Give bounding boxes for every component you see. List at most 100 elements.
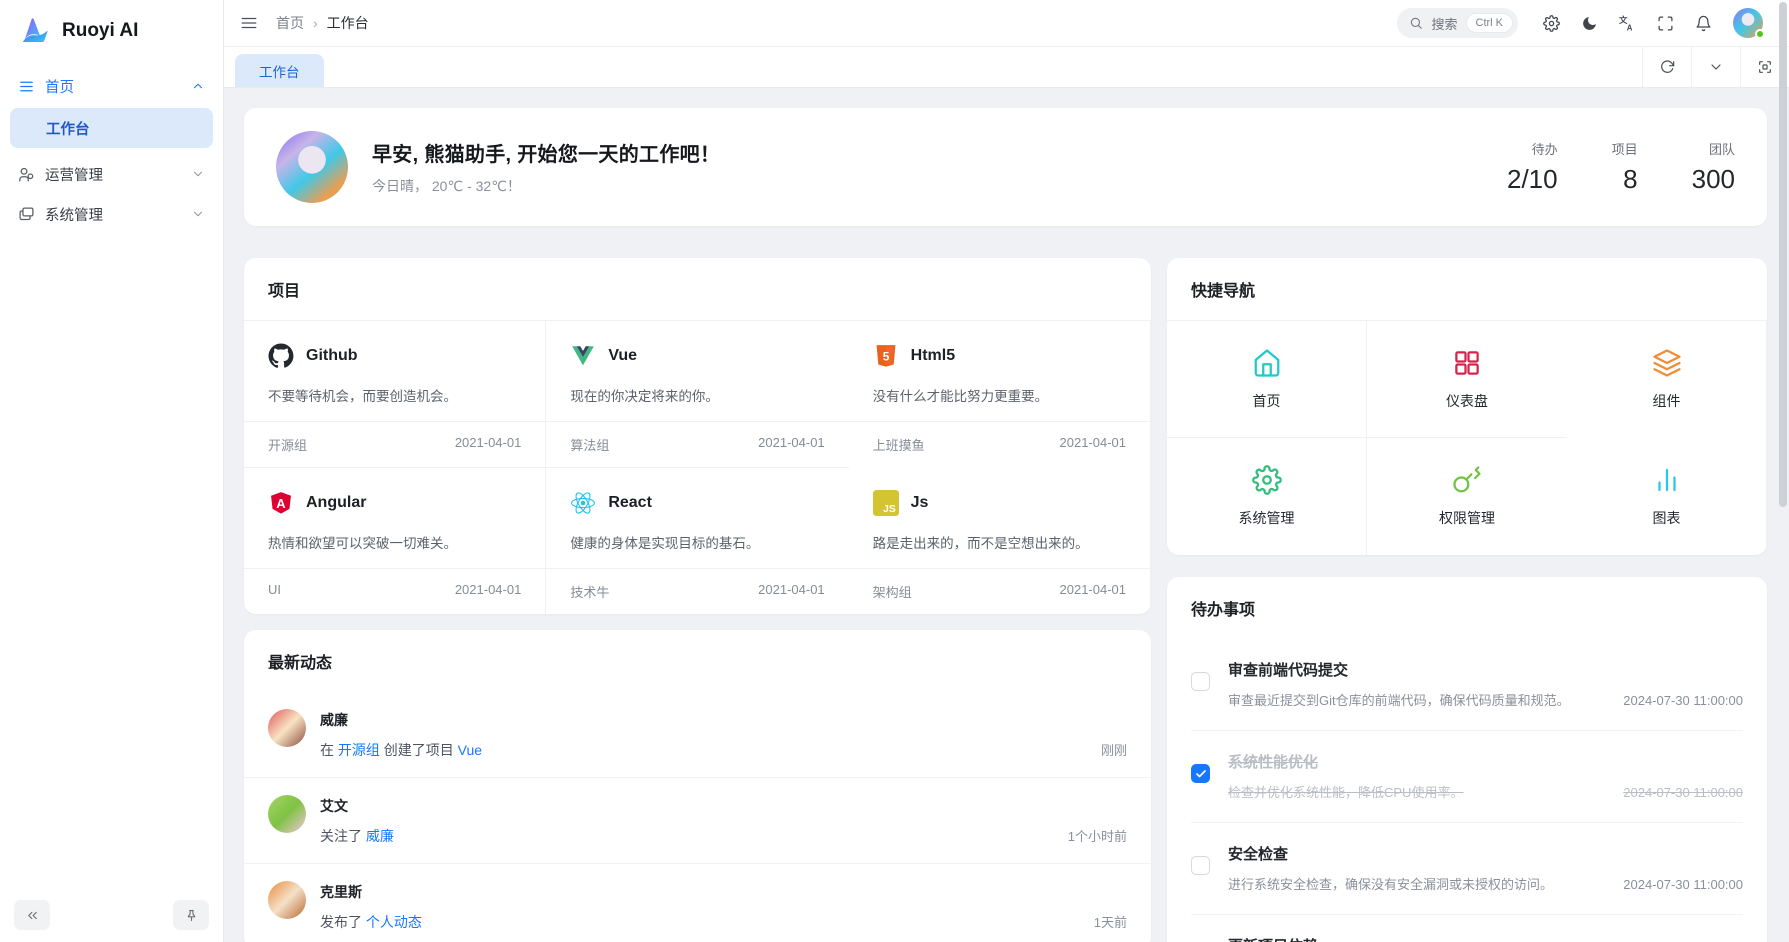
left-column: 项目 Github 不要等待机会 [244,258,1151,942]
project-date: 2021-04-01 [455,435,522,454]
js-icon: JS [873,490,899,516]
sidebar: Ruoyi AI 首页 工作台 运营管理 系统管理 [0,0,224,942]
news-link[interactable]: 开源组 [338,742,380,758]
news-link[interactable]: Vue [458,742,482,758]
quicknav-cell[interactable]: 组件 [1567,321,1767,438]
sidebar-item-workbench[interactable]: 工作台 [10,108,213,148]
project-cell[interactable]: A Angular 热情和欲望可以突破一切难关。 UI 2021-04-01 [244,468,546,614]
sidebar-pin-button[interactable] [173,900,209,930]
project-date: 2021-04-01 [1060,435,1127,454]
bell-icon[interactable] [1695,15,1712,32]
project-cell[interactable]: Vue 现在的你决定将来的你。 算法组 2021-04-01 [546,321,848,468]
quicknav-cell[interactable]: 首页 [1167,321,1367,438]
project-cell[interactable]: 5 Html5 没有什么才能比努力更重要。 上班摸鱼 2021-04-01 [849,321,1151,468]
stat-item: 待办 2/10 [1507,139,1558,195]
quicknav-label: 仪表盘 [1446,391,1488,411]
quicknav-label: 首页 [1253,391,1281,411]
tabbar: 工作台 [224,47,1789,88]
sidebar-item-operations[interactable]: 运营管理 [0,154,223,194]
chart-icon [1652,465,1682,495]
todo-item-desc: 进行系统安全检查，确保没有安全漏洞或未授权的访问。 [1228,874,1605,893]
stat-item: 团队 300 [1692,139,1735,195]
news-user-name: 威廉 [320,710,1127,730]
news-title: 最新动态 [244,630,1151,692]
chevron-down-icon [191,167,205,181]
quicknav-cell[interactable]: 权限管理 [1367,438,1567,555]
project-cell[interactable]: JS Js 路是走出来的，而不是空想出来的。 架构组 2021-04-01 [849,468,1151,614]
angular-icon: A [268,490,294,516]
news-text: 创建了项目 [380,742,458,758]
welcome-card: 早安, 熊猫助手, 开始您一天的工作吧！ 今日晴， 20℃ - 32℃！ 待办 … [244,108,1767,226]
sidebar-menu: 首页 工作台 运营管理 系统管理 [0,58,223,890]
project-name: Vue [608,347,637,365]
sidebar-item-system[interactable]: 系统管理 [0,194,223,234]
svg-text:JS: JS [883,504,896,515]
projects-card: 项目 Github 不要等待机会 [244,258,1151,614]
translate-icon[interactable]: 文A [1619,15,1636,32]
todo-list: 审查前端代码提交 审查最近提交到Git仓库的前端代码，确保代码质量和规范。 20… [1167,639,1767,942]
user-avatar[interactable] [1733,8,1763,38]
news-time: 刚刚 [1101,740,1127,759]
page-scrollbar-thumb[interactable] [1779,2,1787,507]
stat-value: 2/10 [1507,164,1558,195]
greeting-title: 早安, 熊猫助手, 开始您一天的工作吧！ [372,138,720,167]
projects-title: 项目 [244,258,1151,321]
topbar: 首页 › 工作台 搜索 Ctrl K 文A [224,0,1789,47]
todo-item-title: 审查前端代码提交 [1228,659,1743,680]
chevron-up-icon [191,79,205,93]
weather-subtitle: 今日晴， 20℃ - 32℃！ [372,176,720,196]
todo-item: 审查前端代码提交 审查最近提交到Git仓库的前端代码，确保代码质量和规范。 20… [1191,639,1743,731]
menu-toggle-icon[interactable] [240,14,258,32]
sidebar-item-home[interactable]: 首页 [0,66,223,106]
news-link[interactable]: 个人动态 [366,914,422,930]
sidebar-collapse-button[interactable] [14,900,50,930]
project-cell[interactable]: React 健康的身体是实现目标的基石。 技术牛 2021-04-01 [546,468,848,614]
moon-icon[interactable] [1581,15,1598,32]
news-item: 艾文 关注了 威廉 1个小时前 [244,778,1151,864]
project-cell[interactable]: Github 不要等待机会，而要创造机会。 开源组 2021-04-01 [244,321,546,468]
collapse-icon [25,908,40,923]
project-name: React [608,494,652,512]
todo-item-time: 2024-07-30 11:00:00 [1623,693,1743,708]
todo-item: 系统性能优化 检查并优化系统性能，降低CPU使用率。 2024-07-30 11… [1191,731,1743,823]
quicknav-card: 快捷导航 首页 仪表盘 [1167,258,1767,555]
quicknav-label: 权限管理 [1439,508,1495,528]
home-menu-icon [18,78,35,95]
stat-value: 8 [1612,164,1638,195]
page-scrollbar [1777,0,1789,942]
breadcrumb: 首页 › 工作台 [276,13,369,33]
news-link[interactable]: 威廉 [366,828,394,844]
todo-item-desc: 审查最近提交到Git仓库的前端代码，确保代码质量和规范。 [1228,690,1605,709]
todo-checkbox[interactable] [1191,764,1210,783]
home-icon [1252,348,1282,378]
quicknav-cell[interactable]: 仪表盘 [1367,321,1567,438]
quicknav-cell[interactable]: 系统管理 [1167,438,1367,555]
fullscreen-icon[interactable] [1657,15,1674,32]
quicknav-cell[interactable]: 图表 [1567,438,1767,555]
online-status-dot [1755,29,1765,39]
todo-item-title: 系统性能优化 [1228,751,1743,772]
brand-logo[interactable]: Ruoyi AI [0,0,223,58]
news-user-avatar [268,709,306,747]
breadcrumb-home[interactable]: 首页 [276,13,304,33]
stat-item: 项目 8 [1612,139,1638,195]
refresh-icon [1659,59,1675,75]
quicknav-title: 快捷导航 [1167,258,1767,321]
project-desc: 路是走出来的，而不是空想出来的。 [873,532,1126,552]
todo-checkbox[interactable] [1191,672,1210,691]
search-input[interactable]: 搜索 Ctrl K [1397,8,1518,38]
project-desc: 不要等待机会，而要创造机会。 [268,385,521,405]
todo-title: 待办事项 [1167,577,1767,639]
settings-icon[interactable] [1543,15,1560,32]
vue-icon [570,343,596,369]
sidebar-item-workbench-label: 工作台 [46,118,90,139]
chevron-down-icon [1708,59,1724,75]
stat-label: 待办 [1507,139,1558,158]
news-user-name: 艾文 [320,796,1127,816]
news-user-name: 克里斯 [320,882,1127,902]
project-name: Angular [306,494,366,512]
tab-workbench[interactable]: 工作台 [235,54,324,87]
todo-item-title: 更新项目依赖 [1228,935,1743,942]
dashboard-icon [1452,348,1482,378]
todo-checkbox[interactable] [1191,856,1210,875]
